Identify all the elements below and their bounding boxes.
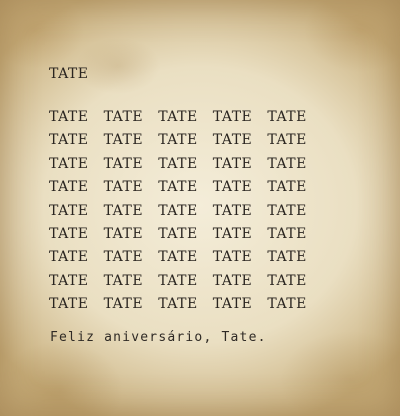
grid-word: TATE — [103, 296, 144, 313]
grid-word: TATE — [103, 272, 144, 289]
grid-word: TATE — [103, 179, 144, 196]
grid-word: TATE — [158, 225, 198, 242]
grid-word: TATE — [49, 202, 89, 219]
grid-word: TATE — [103, 225, 144, 242]
grid-word: TATE — [103, 249, 144, 266]
grid-word: TATE — [212, 249, 253, 266]
grid-word: TATE — [267, 296, 307, 313]
word-grid: TATE TATE TATE TATE TATE TATE TATE TATE TATE TATE… — [49, 107, 322, 318]
grid-word: TATE — [158, 155, 198, 172]
grid-word: TATE — [103, 202, 144, 219]
grid-word: TATE — [212, 272, 253, 289]
grid-word: TATE — [267, 132, 307, 149]
grid-word: TATE — [49, 225, 89, 242]
birthday-message: Feliz aniversário, Tate. — [50, 330, 267, 345]
grid-word: TATE — [212, 109, 253, 125]
grid-word: TATE — [267, 225, 307, 242]
grid-word: TATE — [103, 155, 144, 172]
grid-word: TATE — [49, 155, 89, 172]
grid-word: TATE — [158, 272, 198, 289]
grid-word: TATE — [158, 132, 198, 149]
grid-word: TATE — [158, 179, 198, 196]
grid-word: TATE — [212, 225, 253, 242]
grid-word: TATE — [49, 179, 89, 196]
grid-word: TATE — [158, 109, 198, 125]
grid-word: TATE — [212, 155, 253, 172]
grid-word: TATE — [212, 179, 253, 196]
grid-word: TATE — [267, 109, 307, 125]
grid-word: TATE — [158, 296, 198, 313]
grid-word: TATE — [212, 202, 253, 219]
grid-word: TATE — [158, 249, 198, 266]
grid-word: TATE — [49, 109, 89, 125]
grid-word: TATE — [212, 132, 253, 149]
grid-word: TATE — [49, 249, 89, 266]
grid-word: TATE — [267, 179, 307, 196]
grid-word: TATE — [158, 202, 198, 219]
grid-word: TATE — [212, 296, 253, 313]
grid-word: TATE — [103, 132, 144, 149]
grid-word: TATE — [49, 272, 89, 289]
grid-word: TATE — [267, 249, 307, 266]
grid-word: TATE — [49, 132, 89, 149]
grid-word: TATE — [267, 155, 307, 172]
grid-word: TATE — [267, 202, 307, 219]
grid-word: TATE — [49, 296, 89, 313]
aged-paper: TATE TATE TATE TATE TATE TATE TATE TATE TATE TAT… — [0, 0, 400, 416]
header-word: TATE — [49, 66, 89, 82]
grid-word: TATE — [103, 109, 144, 125]
grid-word: TATE — [267, 272, 307, 289]
